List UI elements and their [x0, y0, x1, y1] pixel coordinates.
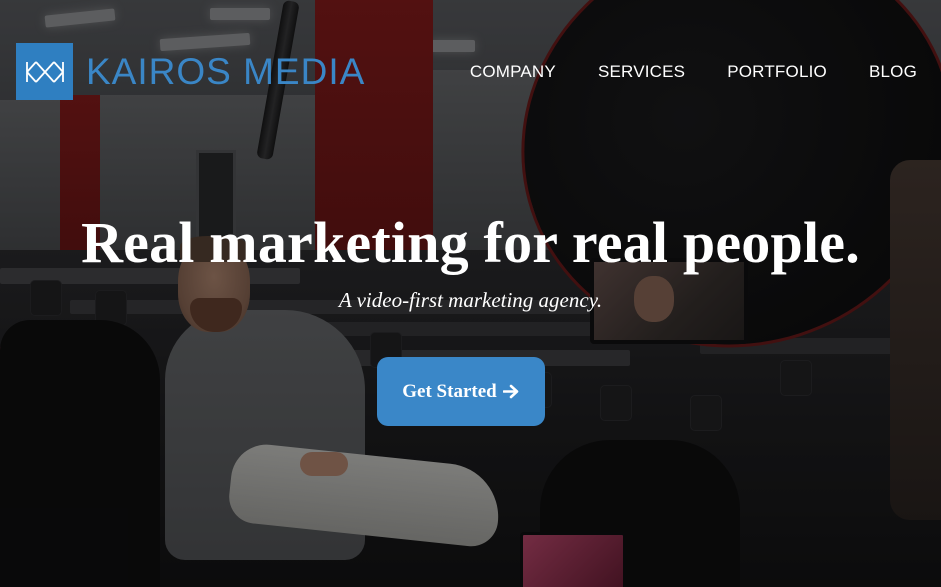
get-started-label: Get Started	[402, 380, 497, 402]
site-header: KAIROS MEDIA COMPANY SERVICES PORTFOLIO …	[0, 0, 941, 140]
nav-services-link[interactable]: SERVICES	[598, 61, 685, 83]
nav-blog-link[interactable]: BLOG	[869, 61, 917, 83]
nav-portfolio-link[interactable]: PORTFOLIO	[727, 61, 827, 83]
nav-company-link[interactable]: COMPANY	[470, 61, 556, 83]
logo-link[interactable]: KAIROS MEDIA	[16, 43, 365, 100]
km-monogram-icon	[16, 43, 73, 100]
hero-subheadline: A video-first marketing agency.	[338, 288, 603, 312]
hero-headline: Real marketing for real people.	[81, 210, 860, 275]
brand-name: KAIROS MEDIA	[86, 51, 366, 92]
main-nav: COMPANY SERVICES PORTFOLIO BLOG	[428, 61, 917, 83]
arrow-right-icon	[502, 383, 520, 400]
hero-section: KAIROS MEDIA COMPANY SERVICES PORTFOLIO …	[0, 0, 941, 587]
get-started-button[interactable]: Get Started	[377, 357, 545, 426]
